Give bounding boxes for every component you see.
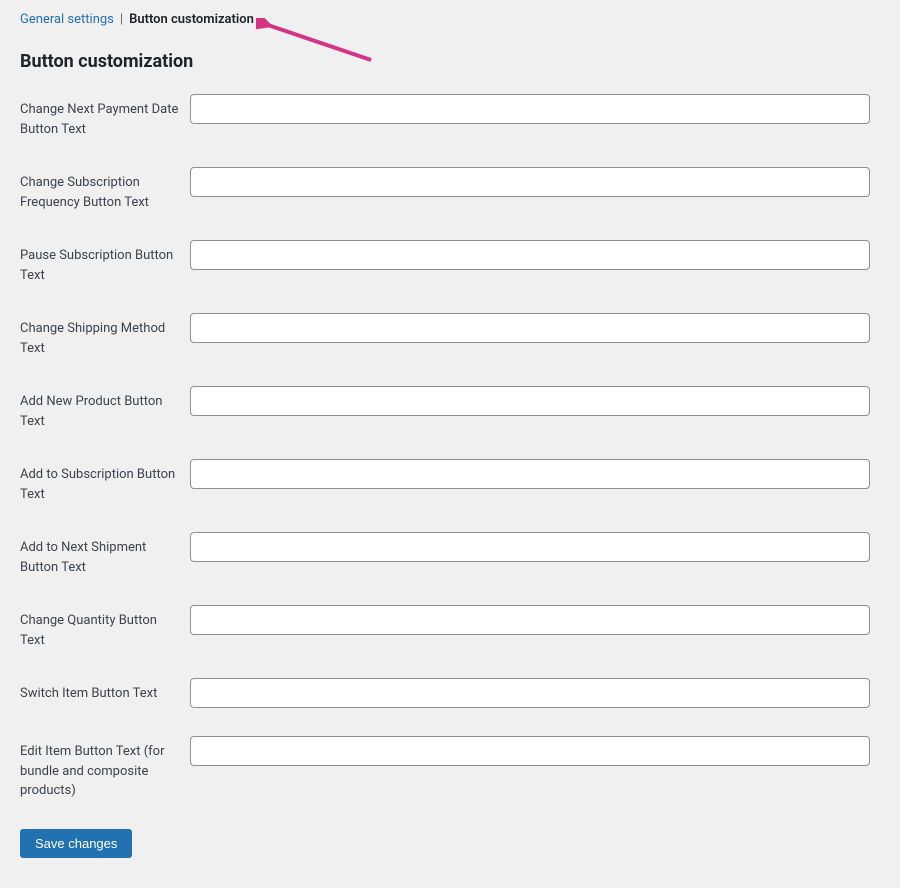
- tab-separator: |: [120, 12, 123, 27]
- form-row-change-next-payment-date: Change Next Payment Date Button Text: [20, 94, 880, 139]
- form-row-edit-item: Edit Item Button Text (for bundle and co…: [20, 736, 880, 801]
- tab-button-customization[interactable]: Button customization: [129, 12, 254, 27]
- label-switch-item: Switch Item Button Text: [20, 678, 190, 704]
- form-row-pause-subscription: Pause Subscription Button Text: [20, 240, 880, 285]
- field-wrap-change-quantity: [190, 605, 880, 635]
- label-add-to-next-shipment: Add to Next Shipment Button Text: [20, 532, 190, 577]
- label-change-subscription-frequency: Change Subscription Frequency Button Tex…: [20, 167, 190, 212]
- field-wrap-add-to-subscription: [190, 459, 880, 489]
- save-button[interactable]: Save changes: [20, 829, 132, 858]
- field-wrap-switch-item: [190, 678, 880, 708]
- label-pause-subscription: Pause Subscription Button Text: [20, 240, 190, 285]
- form-row-switch-item: Switch Item Button Text: [20, 678, 880, 708]
- tab-row: General settings | Button customization: [20, 10, 880, 37]
- label-add-to-subscription: Add to Subscription Button Text: [20, 459, 190, 504]
- input-switch-item[interactable]: [190, 678, 870, 708]
- input-change-shipping-method[interactable]: [190, 313, 870, 343]
- label-change-shipping-method: Change Shipping Method Text: [20, 313, 190, 358]
- section-title: Button customization: [20, 51, 880, 72]
- form-row-change-shipping-method: Change Shipping Method Text: [20, 313, 880, 358]
- input-change-next-payment-date[interactable]: [190, 94, 870, 124]
- input-change-quantity[interactable]: [190, 605, 870, 635]
- input-pause-subscription[interactable]: [190, 240, 870, 270]
- label-change-next-payment-date: Change Next Payment Date Button Text: [20, 94, 190, 139]
- field-wrap-change-shipping-method: [190, 313, 880, 343]
- input-change-subscription-frequency[interactable]: [190, 167, 870, 197]
- input-edit-item[interactable]: [190, 736, 870, 766]
- field-wrap-add-to-next-shipment: [190, 532, 880, 562]
- form-row-change-subscription-frequency: Change Subscription Frequency Button Tex…: [20, 167, 880, 212]
- label-add-new-product: Add New Product Button Text: [20, 386, 190, 431]
- field-wrap-edit-item: [190, 736, 880, 766]
- field-wrap-change-next-payment-date: [190, 94, 880, 124]
- field-wrap-add-new-product: [190, 386, 880, 416]
- form-rows-container: Change Next Payment Date Button Text Chan…: [20, 94, 880, 801]
- input-add-to-next-shipment[interactable]: [190, 532, 870, 562]
- save-row: Save changes: [20, 829, 880, 858]
- form-row-add-new-product: Add New Product Button Text: [20, 386, 880, 431]
- settings-panel: General settings | Button customization …: [0, 0, 900, 888]
- input-add-new-product[interactable]: [190, 386, 870, 416]
- form-row-add-to-subscription: Add to Subscription Button Text: [20, 459, 880, 504]
- form-row-change-quantity: Change Quantity Button Text: [20, 605, 880, 650]
- form-row-add-to-next-shipment: Add to Next Shipment Button Text: [20, 532, 880, 577]
- field-wrap-change-subscription-frequency: [190, 167, 880, 197]
- field-wrap-pause-subscription: [190, 240, 880, 270]
- label-edit-item: Edit Item Button Text (for bundle and co…: [20, 736, 190, 801]
- tab-general-settings[interactable]: General settings: [20, 12, 114, 27]
- label-change-quantity: Change Quantity Button Text: [20, 605, 190, 650]
- input-add-to-subscription[interactable]: [190, 459, 870, 489]
